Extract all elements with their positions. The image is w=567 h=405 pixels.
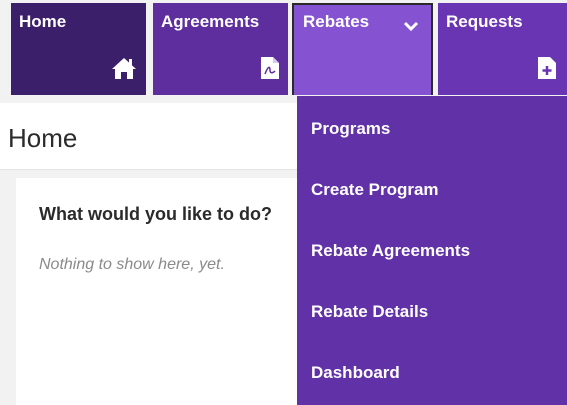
nav-agreements-label: Agreements xyxy=(161,12,260,31)
nav-requests-label: Requests xyxy=(446,12,523,31)
pdf-document-icon xyxy=(260,56,280,85)
nav-tile-agreements[interactable]: Agreements xyxy=(153,3,288,95)
card-heading: What would you like to do? xyxy=(39,204,272,224)
nav-tile-requests[interactable]: Requests xyxy=(438,3,567,95)
empty-state-text: Nothing to show here, yet. xyxy=(39,256,225,273)
chevron-down-icon[interactable] xyxy=(403,17,419,37)
nav-home-label: Home xyxy=(19,12,67,31)
nav-tile-rebates[interactable]: Rebates xyxy=(292,3,433,95)
house-icon xyxy=(110,56,138,85)
menu-item-create-program[interactable]: Create Program xyxy=(311,170,551,210)
nav-tile-home[interactable]: Home xyxy=(11,3,146,95)
menu-item-dashboard[interactable]: Dashboard xyxy=(311,353,551,393)
actions-card: What would you like to do? Nothing to sh… xyxy=(16,178,316,405)
page-title: Home xyxy=(8,123,78,153)
rebates-dropdown-menu: Programs Create Program Rebate Agreement… xyxy=(297,96,567,405)
menu-item-programs[interactable]: Programs xyxy=(311,109,551,149)
menu-item-rebate-details[interactable]: Rebate Details xyxy=(311,292,551,332)
menu-item-rebate-agreements[interactable]: Rebate Agreements xyxy=(311,231,551,271)
top-navigation: Home Agreements Rebates Requests xyxy=(0,0,567,100)
nav-rebates-label: Rebates xyxy=(303,12,370,31)
add-document-icon xyxy=(537,56,557,85)
